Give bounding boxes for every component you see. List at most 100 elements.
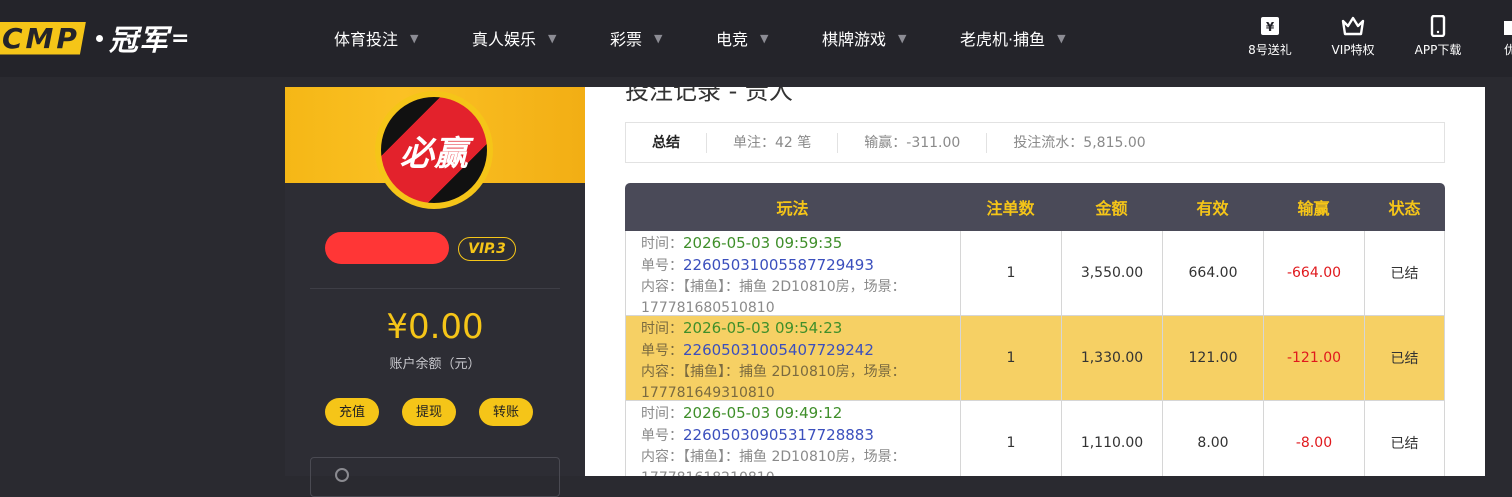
- avatar-text: 必赢: [400, 133, 468, 174]
- nav-label: 彩票: [610, 30, 643, 49]
- nav-label: 真人娱乐: [472, 30, 537, 49]
- order-number[interactable]: 22605031005407729242: [683, 341, 874, 359]
- nav-label: 老虎机·捕鱼: [960, 30, 1046, 49]
- time-label: 时间：: [641, 406, 683, 422]
- table-row[interactable]: 时间：2026-05-03 09:54:23 单号：22605031005407…: [625, 316, 1445, 401]
- profile-divider: [310, 288, 560, 289]
- bet-records-table: 玩法 注单数 金额 有效 输赢 状态 时间：2026-05-03 09:59:3…: [625, 183, 1445, 476]
- left-menu-item[interactable]: [310, 457, 560, 497]
- bet-content-scene: 177781618210810: [641, 468, 960, 476]
- chevron-down-icon: ▼: [1057, 31, 1066, 45]
- nav-label: 体育投注: [334, 30, 399, 49]
- win-loss-cell: -664.00: [1263, 231, 1364, 315]
- column-header: 状态: [1388, 199, 1421, 218]
- content-label: 内容：: [641, 279, 683, 295]
- brand-tail-mark: =: [170, 25, 190, 51]
- crown-icon: [1341, 16, 1365, 36]
- status-cell: 已结: [1364, 401, 1445, 476]
- quick-link-label: APP下载: [1414, 43, 1462, 57]
- quick-link-vip[interactable]: VIP特权: [1328, 15, 1378, 63]
- profile-card: 必赢 VIP.3 ¥0.00 账户余额（元） 充值 提现 转账: [285, 87, 585, 497]
- bet-content: 【捕鱼】：捕鱼 2D10810房，场景：: [683, 449, 906, 465]
- summary-turnover: 投注流水：5,815.00: [1013, 134, 1146, 151]
- amount-cell: 1,110.00: [1061, 401, 1162, 476]
- bet-content: 【捕鱼】：捕鱼 2D10810房，场景：: [683, 279, 906, 295]
- order-label: 单号：: [641, 428, 683, 444]
- bet-count-cell: 1: [960, 401, 1061, 476]
- brand-dot: [95, 34, 103, 42]
- brand-logo-badge: CMP: [0, 21, 86, 55]
- nav-live-casino[interactable]: 真人娱乐 ▼: [472, 26, 556, 50]
- quick-link-label: 8号送礼: [1248, 43, 1292, 57]
- bet-count-cell: 1: [960, 231, 1061, 315]
- order-number[interactable]: 22605031005587729493: [683, 256, 874, 274]
- top-bar: CMP 冠军 = 体育投注 ▼ 真人娱乐 ▼ 彩票 ▼ 电竞 ▼ 棋牌游戏 ▼ 老虎机·捕…: [0, 0, 1512, 77]
- balance-label: 账户余额（元）: [389, 357, 481, 372]
- withdraw-button[interactable]: 提现: [402, 398, 457, 426]
- table-row[interactable]: 时间：2026-05-03 09:49:12 单号：22605030905317…: [625, 401, 1445, 476]
- redacted-username: [325, 232, 449, 264]
- valid-cell: 121.00: [1162, 316, 1263, 400]
- quick-link-app[interactable]: APP下载: [1410, 15, 1466, 63]
- table-header: 玩法 注单数 金额 有效 输赢 状态: [625, 183, 1445, 231]
- nav-slots-fishing[interactable]: 老虎机·捕鱼 ▼: [960, 26, 1066, 50]
- deposit-button[interactable]: 充值: [325, 398, 380, 426]
- summary-bet-count: 单注：42 笔: [707, 132, 839, 153]
- column-header: 金额: [1095, 199, 1128, 218]
- search-icon: [335, 468, 349, 482]
- bet-time: 2026-05-03 09:49:12: [683, 404, 843, 422]
- bet-info-cell: 时间：2026-05-03 09:49:12 单号：22605030905317…: [625, 401, 960, 476]
- summary-win-loss: 输赢：-311.00: [838, 132, 988, 153]
- vip-badge[interactable]: VIP.3: [458, 237, 516, 261]
- status-cell: 已结: [1364, 231, 1445, 315]
- page-title-cut: 投注记录 - 贵人: [625, 87, 793, 105]
- bet-time: 2026-05-03 09:59:35: [683, 234, 843, 252]
- transfer-button[interactable]: 转账: [479, 398, 534, 426]
- valid-cell: 8.00: [1162, 401, 1263, 476]
- avatar[interactable]: 必赢: [375, 91, 493, 209]
- bet-records-panel: 投注记录 - 贵人 总结 单注：42 笔 输赢：-311.00 投注流水：5,8…: [585, 87, 1485, 476]
- balance-amount: ¥0.00: [386, 307, 484, 347]
- win-loss-cell: -8.00: [1263, 401, 1364, 476]
- bet-time: 2026-05-03 09:54:23: [683, 319, 843, 337]
- quick-link-offers[interactable]: 优: [1500, 15, 1512, 63]
- column-header: 有效: [1196, 199, 1229, 218]
- summary-bar: 总结 单注：42 笔 输赢：-311.00 投注流水：5,815.00: [625, 122, 1445, 163]
- status-cell: 已结: [1364, 316, 1445, 400]
- bet-content: 【捕鱼】：捕鱼 2D10810房，场景：: [683, 364, 906, 380]
- amount-cell: 3,550.00: [1061, 231, 1162, 315]
- nav-card-games[interactable]: 棋牌游戏 ▼: [822, 26, 906, 50]
- phone-icon: [1430, 15, 1446, 37]
- brand-latin-text: CMP: [2, 21, 80, 55]
- nav-sports[interactable]: 体育投注 ▼: [334, 26, 418, 50]
- nav-label: 电竞: [716, 30, 749, 49]
- order-label: 单号：: [641, 343, 683, 359]
- quick-link-label: 优: [1503, 43, 1512, 57]
- time-label: 时间：: [641, 236, 683, 252]
- quick-link-gift[interactable]: ¥ 8号送礼: [1245, 15, 1295, 63]
- win-loss-cell: -121.00: [1263, 316, 1364, 400]
- amount-cell: 1,330.00: [1061, 316, 1162, 400]
- order-label: 单号：: [641, 258, 683, 274]
- nav-esports[interactable]: 电竞 ▼: [716, 26, 768, 50]
- chevron-down-icon: ▼: [654, 31, 663, 45]
- quick-link-label: VIP特权: [1331, 43, 1375, 57]
- nav-label: 棋牌游戏: [822, 30, 887, 49]
- gift-icon: [1504, 21, 1512, 35]
- valid-cell: 664.00: [1162, 231, 1263, 315]
- content-label: 内容：: [641, 364, 683, 380]
- brand-cn-text: 冠军: [108, 23, 169, 57]
- column-header: 输赢: [1297, 199, 1330, 218]
- content-label: 内容：: [641, 449, 683, 465]
- table-row[interactable]: 时间：2026-05-03 09:59:35 单号：22605031005587…: [625, 231, 1445, 316]
- bet-info-cell: 时间：2026-05-03 09:54:23 单号：22605031005407…: [625, 316, 960, 401]
- chevron-down-icon: ▼: [410, 31, 419, 45]
- nav-lottery[interactable]: 彩票 ▼: [610, 26, 662, 50]
- ticket-icon: ¥: [1261, 17, 1279, 35]
- svg-text:¥: ¥: [1266, 20, 1275, 34]
- chevron-down-icon: ▼: [760, 31, 769, 45]
- brand-logo[interactable]: CMP 冠军 =: [0, 21, 190, 57]
- chevron-down-icon: ▼: [548, 31, 557, 45]
- bet-info-cell: 时间：2026-05-03 09:59:35 单号：22605031005587…: [625, 231, 960, 316]
- order-number[interactable]: 22605030905317728883: [683, 426, 874, 444]
